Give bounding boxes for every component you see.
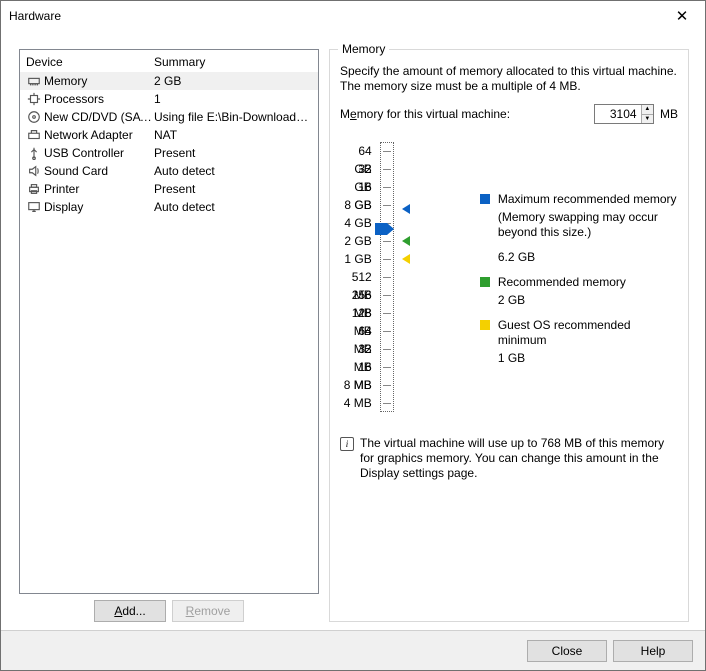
tick-label: 8 MB [340, 376, 372, 394]
sound-icon [26, 163, 42, 179]
memory-field-row: Memory for this virtual machine: ▲▼ MB [340, 104, 678, 124]
device-row-sound[interactable]: Sound CardAuto detect [20, 162, 318, 180]
device-summary: NAT [154, 128, 312, 142]
device-name: Processors [44, 92, 154, 106]
device-pane: Device Summary Memory2 GBProcessors1New … [19, 49, 319, 622]
device-name: Sound Card [44, 164, 154, 178]
help-button[interactable]: Help [613, 640, 693, 662]
device-row-cpu[interactable]: Processors1 [20, 90, 318, 108]
display-icon [26, 199, 42, 215]
printer-icon [26, 181, 42, 197]
close-icon[interactable]: ✕ [659, 1, 705, 31]
tick-label: 64 GB [340, 142, 372, 160]
usb-icon [26, 145, 42, 161]
device-summary: Present [154, 182, 312, 196]
tick-label: 4 MB [340, 394, 372, 412]
tick-label: 256 MB [340, 286, 372, 304]
legend-rec-label: Recommended memory [498, 275, 626, 290]
memory-icon [26, 73, 42, 89]
hardware-window: Hardware ✕ Device Summary Memory2 GBProc… [0, 0, 706, 671]
marker-arrow [402, 236, 410, 246]
tick-label: 128 MB [340, 304, 372, 322]
device-row-network[interactable]: Network AdapterNAT [20, 126, 318, 144]
memory-legend: Maximum recommended memory (Memory swapp… [480, 192, 678, 412]
footer: Close Help [1, 630, 705, 670]
slider-column [380, 142, 394, 412]
legend-max-value: 6.2 GB [498, 250, 678, 265]
titlebar: Hardware ✕ [1, 1, 705, 31]
chevron-down-icon[interactable]: ▼ [642, 115, 653, 124]
content-area: Device Summary Memory2 GBProcessors1New … [1, 31, 705, 630]
memory-description: Specify the amount of memory allocated t… [340, 64, 678, 94]
remove-button: Remove [172, 600, 244, 622]
device-row-printer[interactable]: PrinterPresent [20, 180, 318, 198]
info-note: i The virtual machine will use up to 768… [340, 436, 678, 481]
group-label: Memory [338, 42, 389, 56]
tick-labels: 64 GB32 GB16 GB8 GB4 GB2 GB1 GB512 MB256… [340, 142, 372, 412]
device-name: Memory [44, 74, 154, 88]
slider-knob[interactable] [375, 223, 395, 238]
device-summary: Using file E:\Bin-Downloads\li... [154, 110, 312, 124]
chevron-up-icon[interactable]: ▲ [642, 105, 653, 115]
tick-label: 2 GB [340, 232, 372, 250]
window-title: Hardware [9, 9, 659, 23]
device-list-header: Device Summary [20, 50, 318, 72]
device-summary: Present [154, 146, 312, 160]
tick-label: 8 GB [340, 196, 372, 214]
legend-max-note: (Memory swapping may occur beyond this s… [498, 210, 678, 240]
memory-group: Memory Specify the amount of memory allo… [329, 49, 689, 622]
memory-unit: MB [660, 107, 678, 121]
info-text: The virtual machine will use up to 768 M… [360, 436, 678, 481]
swatch-min [480, 320, 490, 330]
device-name: Printer [44, 182, 154, 196]
swatch-max [480, 194, 490, 204]
legend-rec-value: 2 GB [498, 293, 678, 308]
device-summary: Auto detect [154, 164, 312, 178]
legend-min-value: 1 GB [498, 351, 678, 366]
device-row-usb[interactable]: USB ControllerPresent [20, 144, 318, 162]
device-list: Device Summary Memory2 GBProcessors1New … [19, 49, 319, 594]
memory-scale: 64 GB32 GB16 GB8 GB4 GB2 GB1 GB512 MB256… [340, 142, 678, 412]
device-row-display[interactable]: DisplayAuto detect [20, 198, 318, 216]
device-summary: Auto detect [154, 200, 312, 214]
device-summary: 1 [154, 92, 312, 106]
swatch-rec [480, 277, 490, 287]
marker-column [402, 142, 412, 412]
network-icon [26, 127, 42, 143]
col-summary[interactable]: Summary [154, 55, 312, 69]
memory-field-label: Memory for this virtual machine: [340, 107, 510, 121]
close-button[interactable]: Close [527, 640, 607, 662]
col-device[interactable]: Device [26, 55, 154, 69]
tick-label: 1 GB [340, 250, 372, 268]
marker-arrow [402, 204, 410, 214]
memory-slider[interactable] [380, 142, 394, 412]
legend-max-label: Maximum recommended memory [498, 192, 677, 207]
tick-label: 4 GB [340, 214, 372, 232]
device-row-memory[interactable]: Memory2 GB [20, 72, 318, 90]
memory-spinner[interactable]: ▲▼ [594, 104, 654, 124]
device-name: Network Adapter [44, 128, 154, 142]
tick-label: 512 MB [340, 268, 372, 286]
device-name: Display [44, 200, 154, 214]
device-summary: 2 GB [154, 74, 312, 88]
disc-icon [26, 109, 42, 125]
legend-min-label: Guest OS recommended minimum [498, 318, 678, 348]
memory-input[interactable] [595, 105, 641, 123]
spinner-buttons[interactable]: ▲▼ [641, 105, 653, 123]
marker-arrow [402, 254, 410, 264]
device-name: New CD/DVD (SATA) [44, 110, 154, 124]
cpu-icon [26, 91, 42, 107]
device-row-disc[interactable]: New CD/DVD (SATA)Using file E:\Bin-Downl… [20, 108, 318, 126]
add-button[interactable]: Add... [94, 600, 166, 622]
device-buttons: Add... Remove [19, 594, 319, 622]
info-icon: i [340, 437, 354, 451]
settings-pane: Memory Specify the amount of memory allo… [329, 49, 689, 622]
device-name: USB Controller [44, 146, 154, 160]
